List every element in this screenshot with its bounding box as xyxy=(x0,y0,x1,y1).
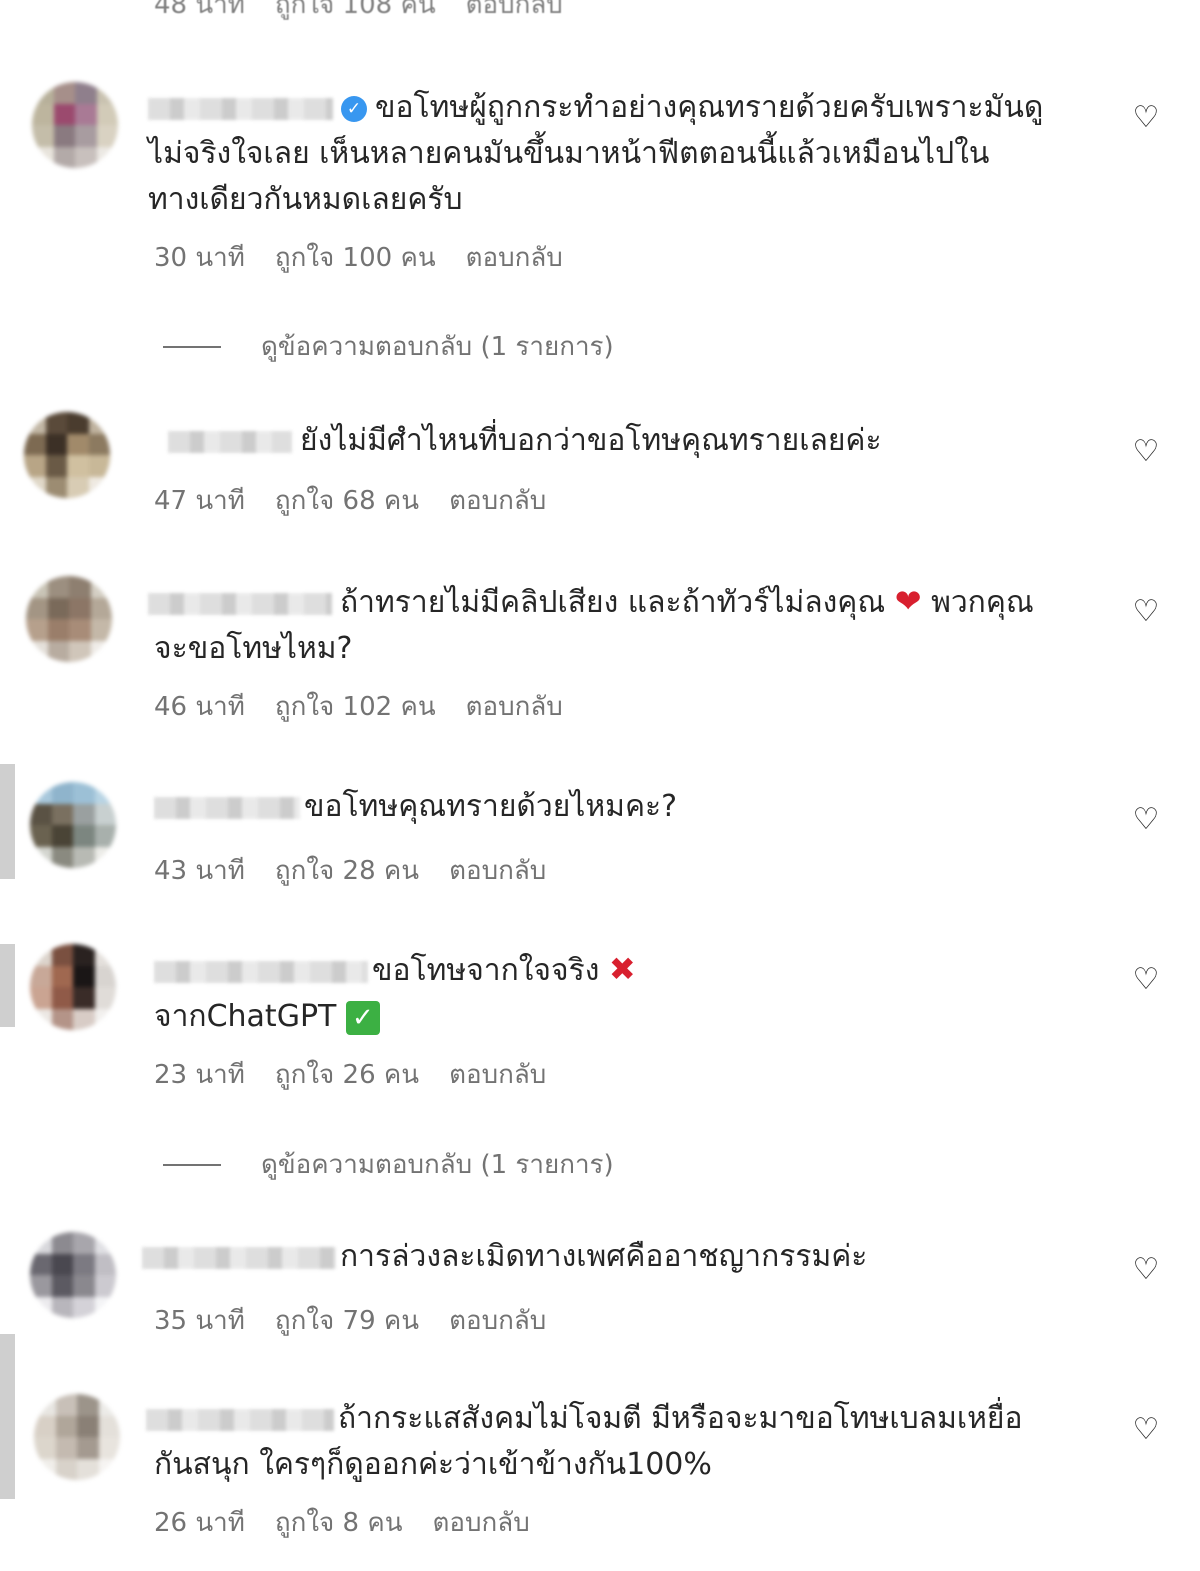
view-replies-button[interactable]: ดูข้อความตอบกลับ (1 รายการ) xyxy=(163,1144,614,1185)
cross-mark-emoji-icon: ✖ xyxy=(608,950,636,988)
heart-outline-icon[interactable]: ♡ xyxy=(1130,1414,1162,1446)
scroll-edge-marker xyxy=(0,764,15,879)
reply-button[interactable]: ตอบกลับ xyxy=(449,1054,546,1095)
comment-time: 48 นาที xyxy=(154,0,245,20)
reply-button[interactable]: ตอบกลับ xyxy=(449,1300,546,1341)
scroll-edge-marker xyxy=(0,944,15,1027)
reply-button[interactable]: ตอบกลับ xyxy=(466,686,563,727)
avatar[interactable] xyxy=(26,576,112,662)
reply-button[interactable]: ตอบกลับ xyxy=(433,1502,530,1543)
red-heart-emoji-icon: ❤ xyxy=(894,582,922,620)
username[interactable] xyxy=(154,960,368,983)
comment-text: การล่วงละเมิดทางเพศคืออาชญากรรมค่ะ xyxy=(142,1234,1092,1280)
comment-likes[interactable]: ถูกใจ 26 คน xyxy=(275,1054,419,1095)
avatar[interactable] xyxy=(32,82,118,168)
avatar[interactable] xyxy=(34,1394,120,1480)
comment-likes[interactable]: ถูกใจ 8 คน xyxy=(275,1502,403,1543)
username[interactable] xyxy=(148,97,333,120)
comment-likes[interactable]: ถูกใจ 68 คน xyxy=(275,480,419,521)
heart-outline-icon[interactable]: ♡ xyxy=(1130,1254,1162,1286)
avatar[interactable] xyxy=(30,944,116,1030)
comment-text: ถ้าทรายไม่มีคลิปเสียง และถ้าทัวร์ไม่ลงคุ… xyxy=(148,578,1098,672)
reply-button[interactable]: ตอบกลับ xyxy=(466,237,563,278)
heart-outline-icon[interactable]: ♡ xyxy=(1130,964,1162,996)
comment-meta: 35 นาที ถูกใจ 79 คน ตอบกลับ xyxy=(154,1300,546,1341)
comment-meta: 23 นาที ถูกใจ 26 คน ตอบกลับ xyxy=(154,1054,1104,1095)
comment-time: 43 นาที xyxy=(154,856,245,886)
username[interactable] xyxy=(154,796,300,819)
comment-meta: 30 นาที ถูกใจ 100 คน ตอบกลับ xyxy=(154,237,1098,278)
avatar[interactable] xyxy=(30,782,116,868)
heart-outline-icon[interactable]: ♡ xyxy=(1130,804,1162,836)
comment-likes[interactable]: ถูกใจ 108 คน xyxy=(275,0,436,25)
username[interactable] xyxy=(168,430,292,453)
view-replies-label: ดูข้อความตอบกลับ (1 รายการ) xyxy=(261,332,614,362)
reply-button[interactable]: ตอบกลับ xyxy=(449,480,546,521)
reply-button[interactable]: ตอบกลับ xyxy=(449,850,546,891)
scroll-edge-marker xyxy=(0,1334,15,1499)
comment-likes[interactable]: ถูกใจ 102 คน xyxy=(275,686,436,727)
comment-text: ถ้ากระแสสังคมไม่โจมตี มีหรือจะมาขอโทษเบล… xyxy=(146,1396,1096,1488)
heart-outline-icon[interactable]: ♡ xyxy=(1130,436,1162,468)
divider-line xyxy=(163,1163,221,1166)
verified-badge-icon: ✓ xyxy=(341,95,367,122)
comment-likes[interactable]: ถูกใจ 100 คน xyxy=(275,237,436,278)
comment-time: 35 นาที xyxy=(154,1306,245,1336)
username[interactable] xyxy=(148,592,332,615)
comment-text: ขอโทษคุณทรายด้วยไหมคะ? xyxy=(154,784,1104,830)
view-replies-label: ดูข้อความตอบกลับ (1 รายการ) xyxy=(261,1150,614,1180)
avatar[interactable] xyxy=(30,1232,116,1318)
heart-outline-icon[interactable]: ♡ xyxy=(1130,596,1162,628)
comment-likes[interactable]: ถูกใจ 28 คน xyxy=(275,850,419,891)
divider-line xyxy=(163,345,221,348)
avatar[interactable] xyxy=(24,412,110,498)
comment-time: 47 นาที xyxy=(154,486,245,516)
comment-meta: 26 นาที ถูกใจ 8 คน ตอบกลับ xyxy=(154,1502,1096,1543)
check-mark-button-emoji-icon: ✓ xyxy=(345,1000,380,1035)
comment-meta: 47 นาที ถูกใจ 68 คน ตอบกลับ xyxy=(154,480,546,521)
comment-text: ยังไม่มีศำไหนที่บอกว่าขอโทษคุณทรายเลยค่ะ xyxy=(168,418,1118,464)
comment-meta: 43 นาที ถูกใจ 28 คน ตอบกลับ xyxy=(154,850,546,891)
username[interactable] xyxy=(146,1408,334,1431)
comment-meta: 46 นาที ถูกใจ 102 คน ตอบกลับ xyxy=(154,686,1098,727)
comment-time: 46 นาที xyxy=(154,692,245,722)
comment-text: ขอโทษจากใจจริง ✖ จากChatGPT ✓ xyxy=(154,950,636,1035)
comment-time: 30 นาที xyxy=(154,243,245,273)
reply-button[interactable]: ตอบกลับ xyxy=(466,0,563,25)
comment-time: 26 นาที xyxy=(154,1508,245,1538)
comment-likes[interactable]: ถูกใจ 79 คน xyxy=(275,1300,419,1341)
comment-time: 23 นาที xyxy=(154,1060,245,1090)
previous-comment-meta: 48 นาที ถูกใจ 108 คน ตอบกลับ xyxy=(154,0,563,25)
comment-text: ✓ ขอโทษผู้ถูกกระทำอย่างคุณทรายด้วยครับเพร… xyxy=(148,90,1044,217)
view-replies-button[interactable]: ดูข้อความตอบกลับ (1 รายการ) xyxy=(163,326,614,367)
username[interactable] xyxy=(142,1246,336,1269)
heart-outline-icon[interactable]: ♡ xyxy=(1130,102,1162,134)
